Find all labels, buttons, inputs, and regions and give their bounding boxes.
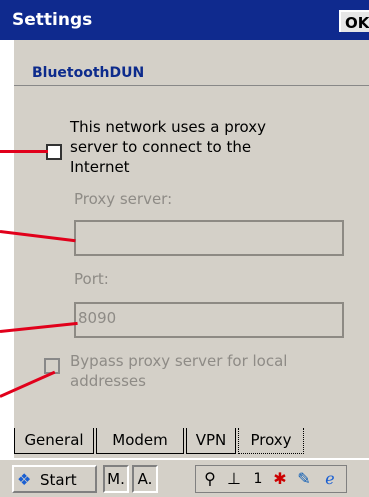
settings-window: Settings OK BluetoothDUN This network us… — [0, 0, 369, 497]
title-bar: Settings OK — [0, 0, 369, 40]
tab-proxy[interactable]: Proxy — [238, 428, 304, 454]
port-label: Port: — [74, 270, 109, 288]
windows-flag-icon: ❖ — [17, 470, 32, 489]
input-mode-button-a[interactable]: A. — [132, 465, 158, 493]
start-button[interactable]: ❖ Start — [12, 465, 97, 493]
tab-modem[interactable]: Modem — [96, 428, 184, 454]
use-proxy-label-line2: server to connect to the — [70, 138, 252, 156]
use-proxy-label-line3: Internet — [70, 158, 130, 176]
ie-icon[interactable]: ℯ — [320, 469, 340, 489]
connection-header: BluetoothDUN — [14, 40, 369, 86]
use-proxy-checkbox[interactable] — [46, 144, 62, 160]
bypass-label-line1: Bypass proxy server for local — [70, 352, 288, 370]
tab-general[interactable]: General — [14, 428, 94, 454]
use-proxy-label-line1: This network uses a proxy — [70, 118, 267, 136]
bypass-label-line2: addresses — [70, 372, 146, 390]
port-value: 8090 — [78, 309, 117, 327]
proxy-server-label: Proxy server: — [74, 190, 173, 208]
tab-strip: General Modem VPN Proxy — [12, 428, 369, 458]
window-title: Settings — [12, 10, 93, 30]
ok-button[interactable]: OK — [339, 10, 369, 32]
port-input[interactable]: 8090 — [74, 302, 344, 338]
tray-number: 1 — [253, 471, 263, 487]
start-label: Start — [40, 471, 77, 489]
taskbar: ❖ Start M. A. ⚲ ⊥ 1 ✱ ✎ ℯ — [0, 458, 369, 497]
network-icon[interactable]: ⚲ — [200, 469, 220, 489]
tab-vpn[interactable]: VPN — [186, 428, 236, 454]
callout-line-checkbox — [0, 150, 48, 153]
usb-icon[interactable]: ⊥ — [224, 469, 244, 489]
bluetooth-icon[interactable]: ✱ — [270, 469, 290, 489]
proxy-server-input[interactable] — [74, 220, 344, 256]
edit-icon[interactable]: ✎ — [294, 469, 314, 489]
input-mode-button-m[interactable]: M. — [103, 465, 129, 493]
connection-name: BluetoothDUN — [32, 65, 145, 81]
system-tray: ⚲ ⊥ 1 ✱ ✎ ℯ — [195, 465, 347, 493]
proxy-settings-panel: BluetoothDUN This network uses a proxy s… — [12, 40, 369, 460]
